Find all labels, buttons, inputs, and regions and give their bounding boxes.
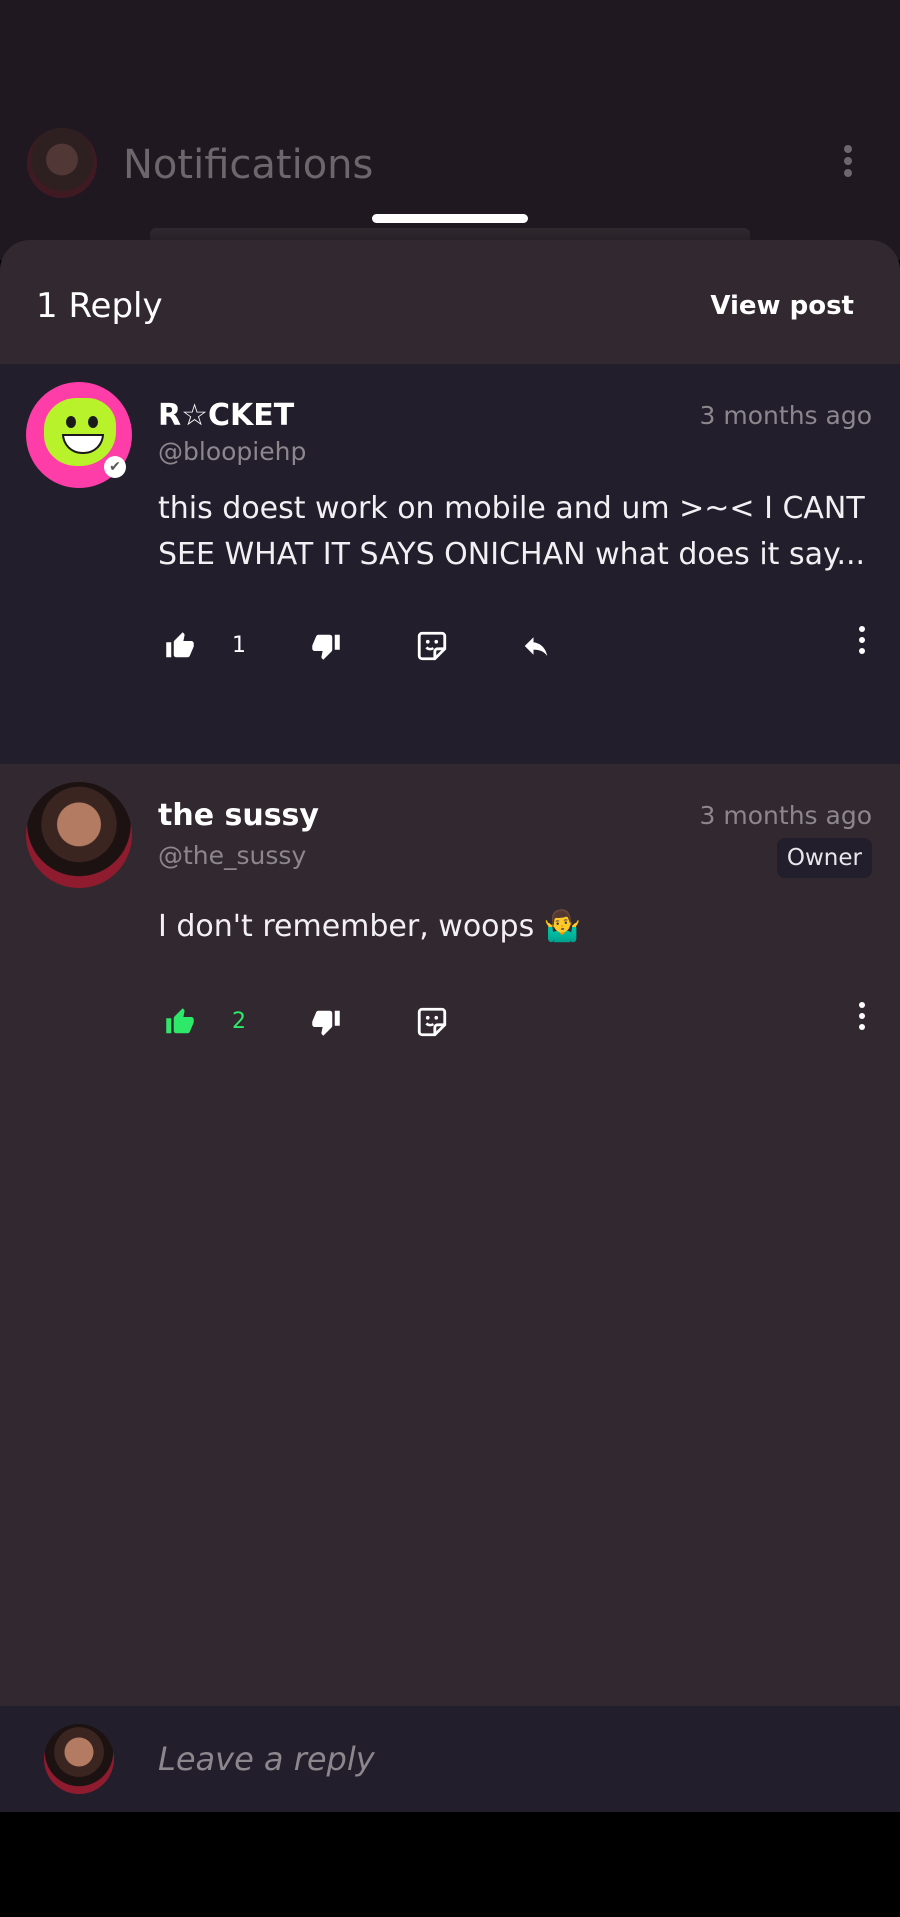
page-title: Notifications (123, 142, 374, 188)
more-vertical-icon[interactable] (856, 626, 868, 666)
timestamp: 3 months ago (699, 801, 872, 830)
avatar (44, 1724, 114, 1794)
author-handle[interactable]: @the_sussy (158, 838, 306, 874)
avatar (27, 128, 97, 198)
replies-sheet: 1 Reply View post ✔ R☆CKET @bloopiehp 3 … (0, 240, 900, 1812)
thumbs-down-icon[interactable] (306, 994, 346, 1050)
sticker-reply-icon[interactable] (412, 994, 452, 1050)
reply-count: 1 Reply (36, 286, 163, 326)
more-vertical-icon[interactable] (856, 1002, 868, 1042)
navigation-bar-area (0, 1812, 900, 1917)
more-vertical-icon (838, 145, 858, 185)
sheet-header: 1 Reply View post (0, 240, 900, 364)
avatar[interactable] (26, 782, 132, 888)
author-handle[interactable]: @bloopiehp (158, 434, 306, 470)
reply-arrow-icon[interactable] (516, 618, 556, 674)
comment-body: I don't remember, woops 🤷‍♂️ (158, 909, 582, 944)
view-post-button[interactable]: View post (710, 286, 854, 326)
like-count: 1 (232, 633, 246, 658)
thumbs-up-icon[interactable] (160, 618, 200, 674)
author-name[interactable]: the sussy (158, 796, 319, 836)
comment-body: this doest work on mobile and um >~< I C… (158, 491, 866, 572)
thumbs-up-icon[interactable] (160, 994, 200, 1050)
like-count: 2 (232, 1009, 246, 1034)
author-name[interactable]: R☆CKET (158, 396, 294, 436)
sheet-grab-handle[interactable] (372, 214, 528, 223)
timestamp: 3 months ago (699, 401, 872, 430)
verified-icon: ✔ (104, 456, 126, 478)
thumbs-down-icon[interactable] (306, 618, 346, 674)
reply-bar (0, 1706, 900, 1812)
owner-badge: Owner (776, 838, 872, 878)
reply-input[interactable] (158, 1734, 858, 1784)
sticker-reply-icon[interactable] (412, 618, 452, 674)
comment: the sussy @the_sussy 3 months ago Owner … (0, 764, 900, 1084)
comment: ✔ R☆CKET @bloopiehp 3 months ago this do… (0, 364, 900, 764)
comment-actions: 2 (0, 994, 900, 1050)
comment-actions: 1 (0, 618, 900, 674)
